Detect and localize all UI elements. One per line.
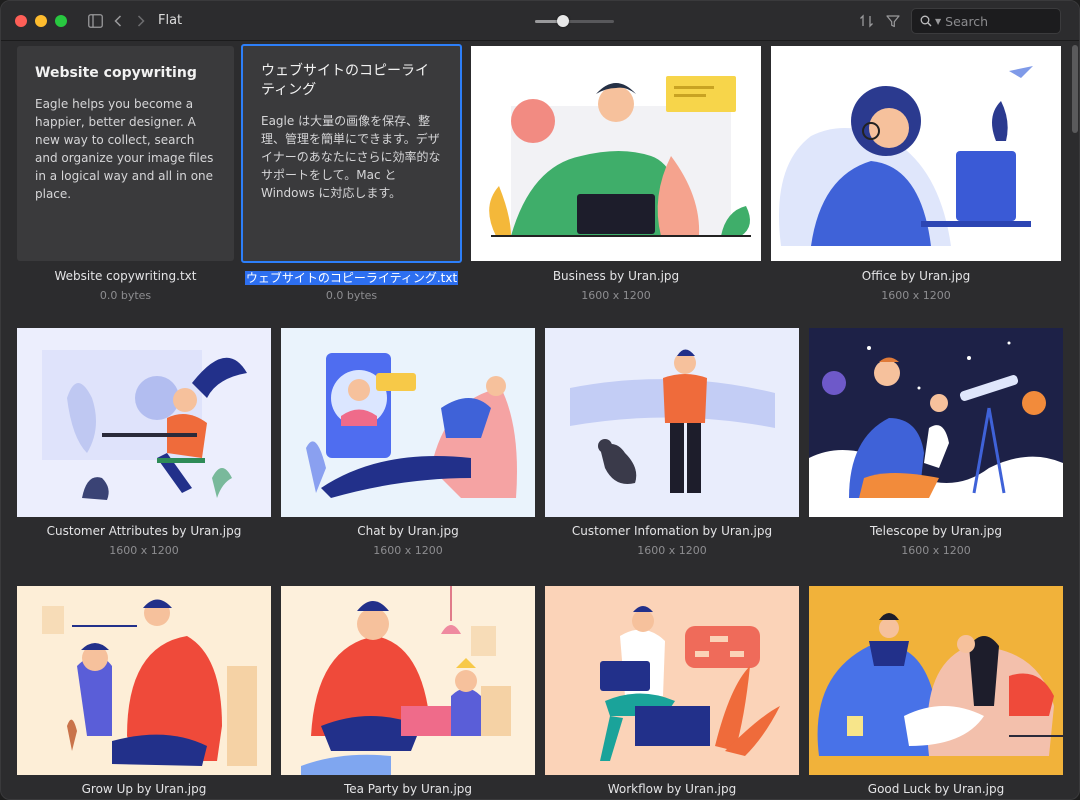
zoom-slider-thumb[interactable] bbox=[556, 15, 569, 27]
item-name[interactable]: Customer Infomation by Uran.jpg bbox=[545, 524, 799, 538]
item-meta: 1600 x 1200 bbox=[373, 544, 443, 557]
item-name[interactable]: Workflow by Uran.jpg bbox=[545, 782, 799, 796]
text-preview-body: Eagle helps you become a happier, better… bbox=[35, 97, 214, 201]
text-preview-title: ウェブサイトのコピーライティング bbox=[261, 63, 429, 98]
item-name[interactable]: Business by Uran.jpg bbox=[471, 269, 761, 283]
selected-name-text[interactable]: ウェブサイトのコピーライティング.txt bbox=[244, 271, 459, 285]
item-meta: 0.0 bytes bbox=[325, 289, 378, 302]
item-name[interactable]: Office by Uran.jpg bbox=[771, 269, 1061, 283]
minimize-window-button[interactable] bbox=[35, 15, 47, 27]
maximize-window-button[interactable] bbox=[55, 15, 67, 27]
chevron-down-icon[interactable]: ▼ bbox=[935, 17, 941, 26]
item-meta: 1600 x 1200 bbox=[881, 289, 951, 302]
text-preview-card-selected[interactable]: ウェブサイトのコピーライティング Eagle は大量の画像を保存、整理、管理を簡… bbox=[241, 44, 462, 263]
item-name[interactable]: Website copywriting.txt bbox=[17, 269, 234, 283]
text-preview-card[interactable]: Website copywriting Eagle helps you beco… bbox=[17, 46, 234, 261]
thumbnail-customer-attributes[interactable] bbox=[17, 328, 271, 517]
app-window: Flat ▼ Search Website copywriting Eagle … bbox=[0, 0, 1080, 800]
thumbnail-business[interactable] bbox=[471, 46, 761, 261]
title-bar: Flat ▼ Search bbox=[1, 1, 1079, 41]
thumbnail-customer-infomation[interactable] bbox=[545, 328, 799, 517]
text-preview-title: Website copywriting bbox=[35, 65, 197, 81]
sidebar-icon[interactable] bbox=[87, 11, 103, 31]
filter-icon[interactable] bbox=[885, 11, 901, 31]
item-name-selected[interactable]: ウェブサイトのコピーライティング.txt bbox=[241, 269, 462, 286]
search-placeholder: Search bbox=[945, 13, 989, 29]
sort-icon[interactable] bbox=[858, 11, 876, 31]
scrollbar[interactable] bbox=[1072, 45, 1078, 133]
thumbnail-chat[interactable] bbox=[281, 328, 535, 517]
chevron-right-icon[interactable] bbox=[134, 11, 148, 31]
item-name[interactable]: Tea Party by Uran.jpg bbox=[281, 782, 535, 796]
item-name[interactable]: Good Luck by Uran.jpg bbox=[809, 782, 1063, 796]
thumbnail-workflow[interactable] bbox=[545, 586, 799, 775]
search-icon bbox=[920, 15, 932, 27]
item-name[interactable]: Telescope by Uran.jpg bbox=[809, 524, 1063, 538]
search-input[interactable]: ▼ Search bbox=[911, 8, 1061, 34]
item-name[interactable]: Chat by Uran.jpg bbox=[281, 524, 535, 538]
thumbnail-telescope[interactable] bbox=[809, 328, 1063, 517]
thumbnail-office[interactable] bbox=[771, 46, 1061, 261]
item-meta: 1600 x 1200 bbox=[637, 544, 707, 557]
item-name[interactable]: Grow Up by Uran.jpg bbox=[17, 782, 271, 796]
item-meta: 0.0 bytes bbox=[99, 289, 152, 302]
item-meta: 1600 x 1200 bbox=[901, 544, 971, 557]
folder-title: Flat bbox=[158, 13, 183, 28]
text-preview-body: Eagle は大量の画像を保存、整理、管理を簡単にできます。デザイナーのあなたに… bbox=[261, 114, 441, 200]
thumbnail-tea-party[interactable] bbox=[281, 586, 535, 775]
item-meta: 1600 x 1200 bbox=[581, 289, 651, 302]
close-window-button[interactable] bbox=[15, 15, 27, 27]
thumbnail-good-luck[interactable] bbox=[809, 586, 1063, 775]
zoom-slider[interactable] bbox=[535, 20, 614, 23]
item-meta: 1600 x 1200 bbox=[109, 544, 179, 557]
chevron-left-icon[interactable] bbox=[111, 11, 125, 31]
item-name[interactable]: Customer Attributes by Uran.jpg bbox=[17, 524, 271, 538]
thumbnail-grow-up[interactable] bbox=[17, 586, 271, 775]
